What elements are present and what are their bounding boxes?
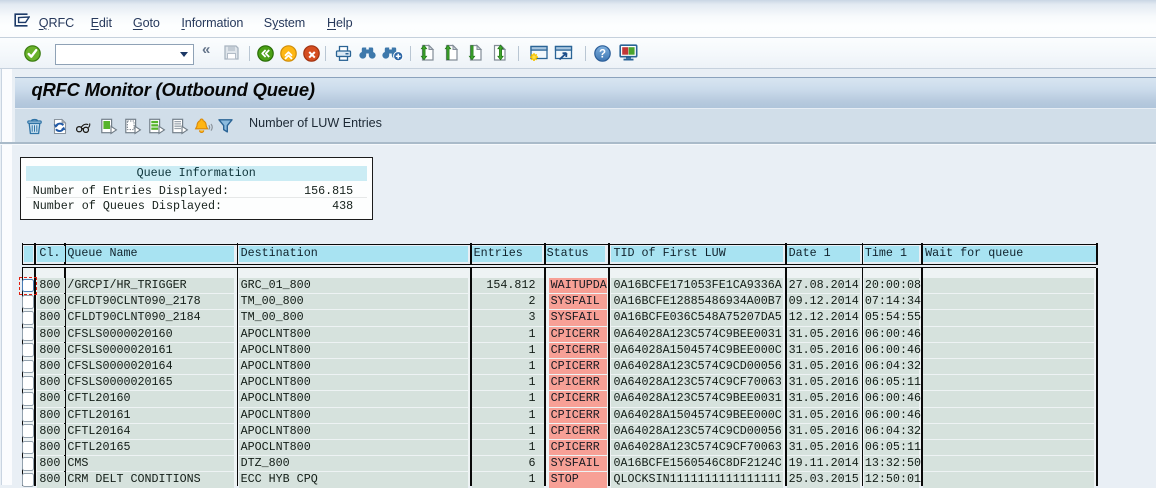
svg-text:?: ? <box>599 48 606 60</box>
